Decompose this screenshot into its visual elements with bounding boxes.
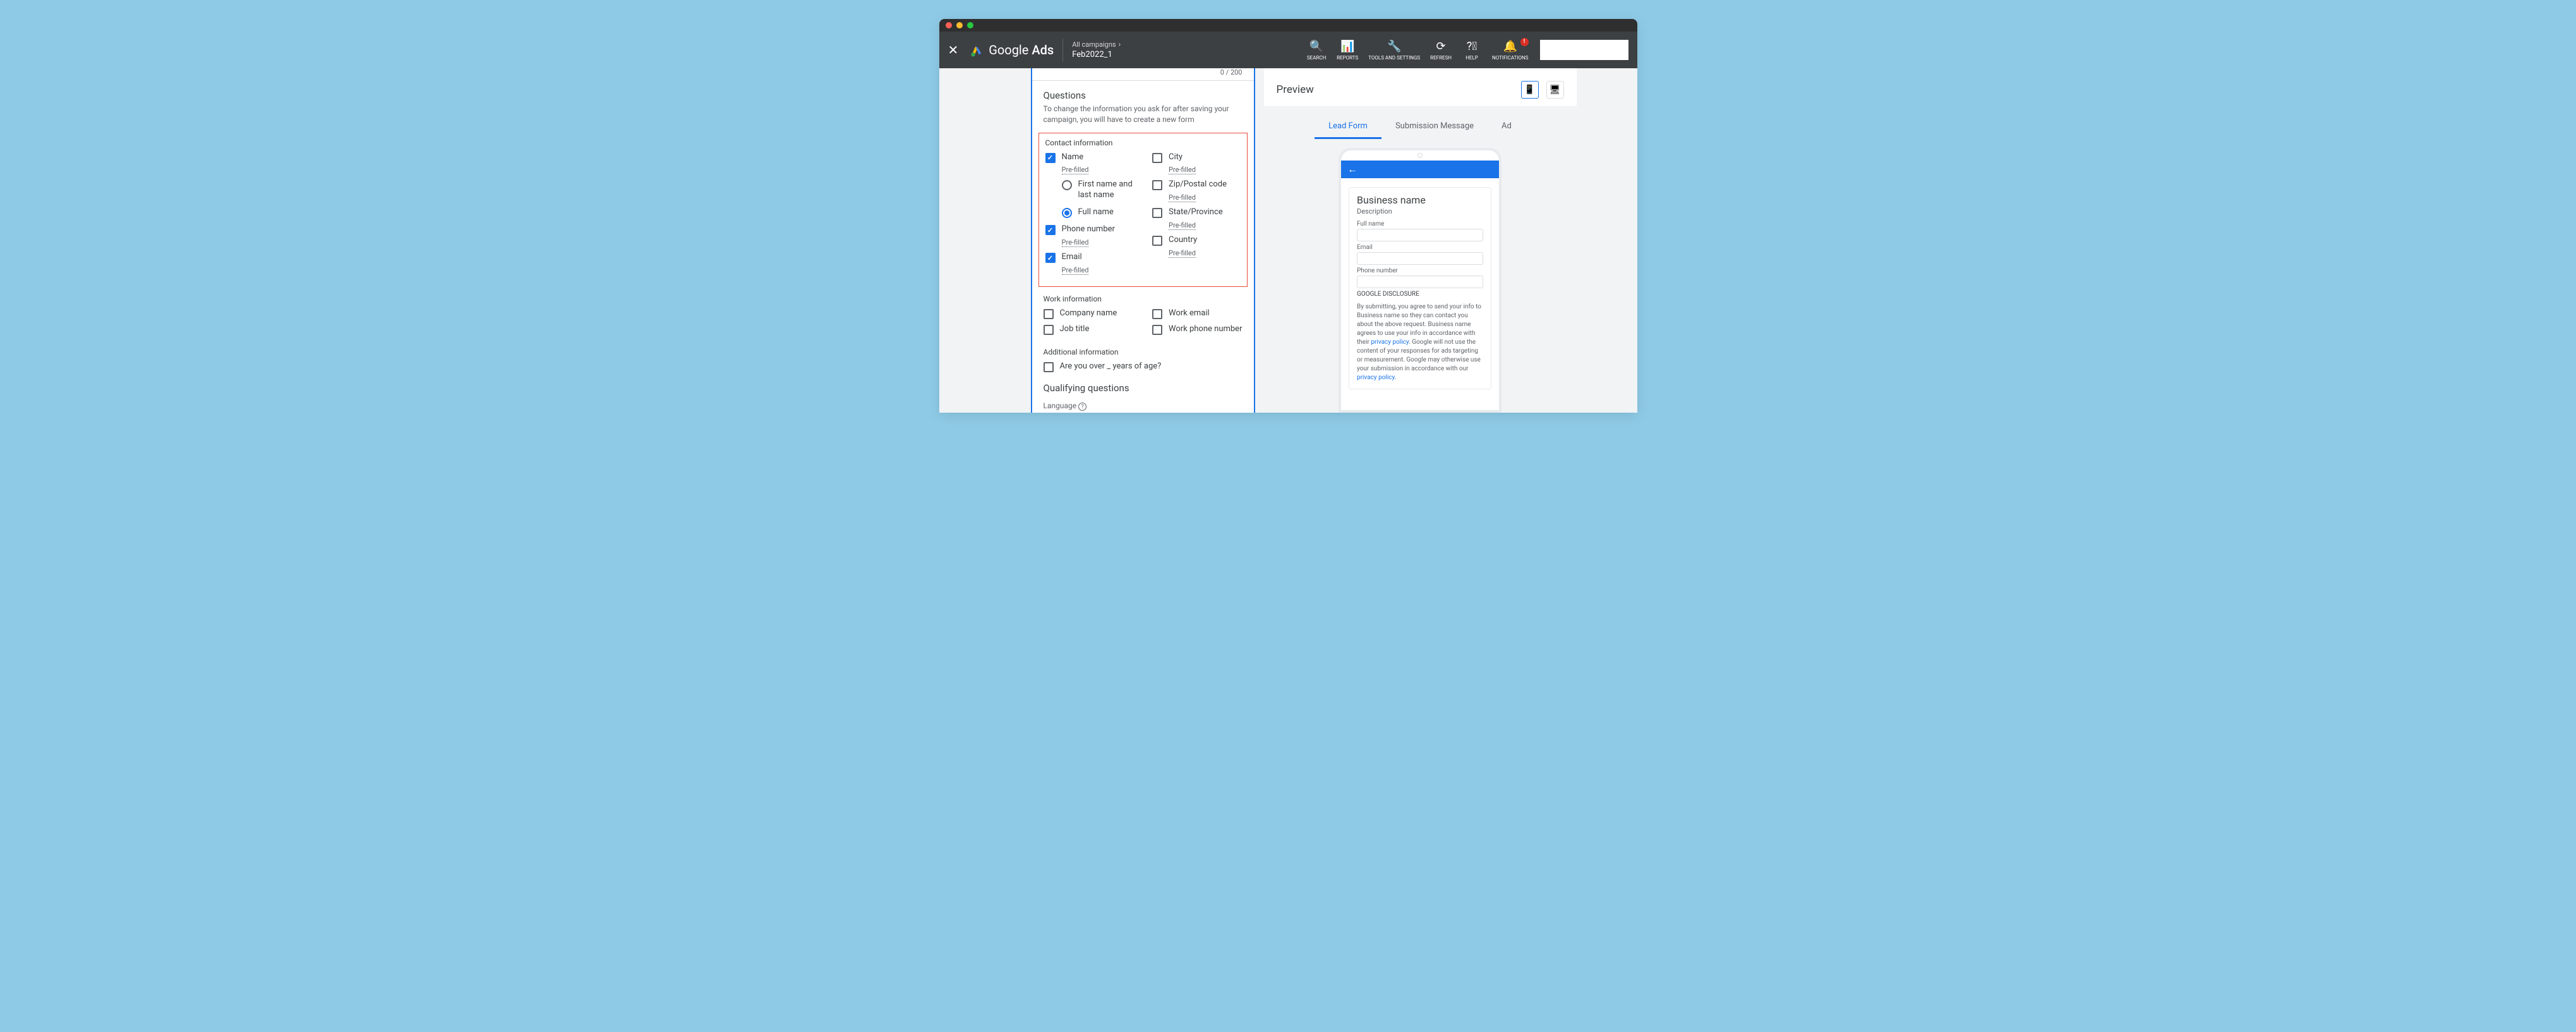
work-info-label: Work information	[1044, 294, 1243, 303]
bell-icon: 🔔	[1503, 40, 1517, 53]
prefilled-link[interactable]: Pre-filled	[1169, 249, 1196, 258]
preview-panel: Preview 📱 🖥 Lead Form Submission Message…	[1264, 68, 1577, 413]
city-checkbox[interactable]	[1152, 153, 1162, 163]
disclosure-text: By submitting, you agree to send your in…	[1357, 303, 1483, 382]
state-checkbox[interactable]	[1152, 208, 1162, 218]
work-email-checkbox[interactable]	[1152, 309, 1162, 319]
preview-fullname-label: Full name	[1357, 221, 1483, 228]
preview-tabs: Lead Form Submission Message Ad	[1264, 106, 1577, 139]
preview-phone-label: Phone number	[1357, 267, 1483, 274]
disclosure-title: GOOGLE DISCLOSURE	[1357, 291, 1483, 298]
desktop-icon: 🖥	[1550, 85, 1561, 95]
minimize-window-dot[interactable]	[956, 22, 963, 28]
preview-business-name: Business name	[1357, 194, 1483, 206]
first-last-radio[interactable]	[1062, 180, 1072, 190]
zip-checkbox[interactable]	[1152, 180, 1162, 190]
tab-submission[interactable]: Submission Message	[1381, 115, 1488, 139]
notifications-button[interactable]: 🔔 NOTIFICATIONS !	[1487, 40, 1533, 61]
header-actions: 🔍SEARCH 📊REPORTS 🔧TOOLS AND SETTINGS ⟳RE…	[1301, 40, 1628, 61]
mobile-preview-button[interactable]: 📱	[1521, 81, 1539, 99]
prefilled-link[interactable]: Pre-filled	[1062, 166, 1089, 174]
preview-description: Description	[1357, 207, 1483, 216]
search-button[interactable]: 🔍SEARCH	[1301, 40, 1332, 61]
prefilled-link[interactable]: Pre-filled	[1062, 266, 1089, 275]
help-icon[interactable]: ?	[1078, 403, 1086, 411]
privacy-policy-link[interactable]: privacy policy	[1371, 339, 1409, 346]
prefilled-link[interactable]: Pre-filled	[1169, 221, 1196, 230]
country-checkbox[interactable]	[1152, 236, 1162, 246]
age-checkbox[interactable]	[1044, 362, 1054, 372]
chart-icon: 📊	[1340, 40, 1354, 53]
mobile-icon: 📱	[1524, 85, 1535, 95]
phone-preview: ← Business name Description Full name Em…	[1339, 148, 1502, 413]
preview-fullname-input	[1357, 229, 1483, 241]
full-name-radio[interactable]	[1062, 208, 1072, 218]
work-phone-checkbox[interactable]	[1152, 325, 1162, 335]
contact-info-label: Contact information	[1045, 138, 1241, 147]
refresh-button[interactable]: ⟳REFRESH	[1425, 40, 1457, 61]
preview-title: Preview	[1277, 83, 1521, 96]
search-input[interactable]	[1540, 40, 1628, 60]
language-label: Language	[1044, 401, 1077, 410]
help-button[interactable]: ?⃝HELP	[1457, 40, 1487, 61]
preview-email-input	[1357, 252, 1483, 265]
form-panel: 0 / 200 Questions To change the informat…	[1031, 68, 1255, 413]
prefilled-link[interactable]: Pre-filled	[1169, 166, 1196, 174]
app-header: ✕ Google Ads All campaigns› Feb2022_1 🔍S…	[939, 32, 1637, 68]
notification-badge: !	[1520, 38, 1529, 46]
email-checkbox[interactable]	[1045, 253, 1056, 263]
search-icon: 🔍	[1309, 40, 1323, 53]
breadcrumb[interactable]: All campaigns› Feb2022_1	[1072, 39, 1121, 61]
maximize-window-dot[interactable]	[967, 22, 973, 28]
char-count: 0 / 200	[1220, 68, 1243, 76]
refresh-icon: ⟳	[1436, 40, 1446, 53]
brand-text: Google Ads	[989, 42, 1054, 58]
wrench-icon: 🔧	[1387, 40, 1401, 53]
tab-lead-form[interactable]: Lead Form	[1315, 115, 1381, 139]
prefilled-link[interactable]: Pre-filled	[1169, 193, 1196, 202]
phone-speaker	[1417, 153, 1423, 158]
preview-phone-input	[1357, 276, 1483, 288]
company-checkbox[interactable]	[1044, 309, 1054, 319]
questions-description: To change the information you ask for af…	[1044, 104, 1243, 125]
job-title-checkbox[interactable]	[1044, 325, 1054, 335]
reports-button[interactable]: 📊REPORTS	[1332, 40, 1363, 61]
qualifying-title: Qualifying questions	[1044, 382, 1243, 394]
privacy-policy-link[interactable]: privacy policy	[1357, 374, 1395, 381]
desktop-preview-button[interactable]: 🖥	[1546, 81, 1564, 99]
preview-email-label: Email	[1357, 244, 1483, 251]
contact-info-highlight: Contact information NamePre-filled First…	[1038, 133, 1248, 287]
chevron-right-icon: ›	[1119, 40, 1121, 49]
mac-titlebar	[939, 19, 1637, 32]
header-divider	[1062, 39, 1063, 61]
main-content: 0 / 200 Questions To change the informat…	[939, 68, 1637, 413]
close-window-dot[interactable]	[946, 22, 952, 28]
help-icon: ?⃝	[1467, 40, 1478, 53]
questions-title: Questions	[1044, 90, 1243, 101]
tab-ad[interactable]: Ad	[1488, 115, 1526, 139]
phone-checkbox[interactable]	[1045, 225, 1056, 235]
close-icon[interactable]: ✕	[948, 42, 959, 58]
back-arrow-icon[interactable]: ←	[1347, 163, 1357, 176]
google-ads-logo-icon	[970, 43, 984, 57]
prefilled-link[interactable]: Pre-filled	[1062, 238, 1089, 247]
additional-info-label: Additional information	[1044, 348, 1243, 356]
name-checkbox[interactable]	[1045, 153, 1056, 163]
app-window: ✕ Google Ads All campaigns› Feb2022_1 🔍S…	[939, 19, 1637, 413]
tools-button[interactable]: 🔧TOOLS AND SETTINGS	[1363, 40, 1425, 61]
